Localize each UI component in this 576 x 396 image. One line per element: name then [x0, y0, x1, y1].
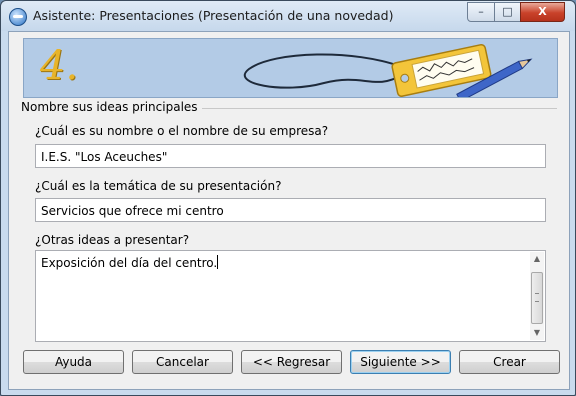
- company-input[interactable]: I.E.S. "Los Aceuches": [35, 144, 546, 168]
- app-icon[interactable]: [9, 8, 27, 26]
- help-button[interactable]: Ayuda: [23, 350, 124, 374]
- scroll-down-icon[interactable]: ▼: [530, 326, 544, 340]
- next-button[interactable]: Siguiente >>: [350, 350, 451, 374]
- back-button[interactable]: << Regresar: [241, 350, 342, 374]
- title-bar[interactable]: Asistente: Presentaciones (Presentación …: [1, 1, 575, 31]
- maximize-button[interactable]: □: [494, 2, 521, 22]
- ideas-label: ¿Otras ideas a presentar?: [35, 233, 190, 247]
- ideas-scrollbar[interactable]: ▲ ▼: [530, 252, 544, 340]
- cancel-button[interactable]: Cancelar: [132, 350, 233, 374]
- scroll-thumb[interactable]: [531, 272, 543, 324]
- minimize-button[interactable]: –: [467, 2, 495, 22]
- scroll-up-icon[interactable]: ▲: [530, 252, 544, 266]
- section-legend: Nombre sus ideas principales: [21, 100, 202, 114]
- company-label: ¿Cuál es su nombre o el nombre de su emp…: [35, 124, 329, 138]
- topic-input[interactable]: Servicios que ofrece mi centro: [35, 198, 546, 222]
- create-button[interactable]: Crear: [459, 350, 560, 374]
- ideas-text: Exposición del día del centro.: [41, 255, 219, 270]
- ideas-textarea[interactable]: Exposición del día del centro. ▲ ▼: [35, 250, 546, 342]
- close-button[interactable]: X: [520, 2, 565, 22]
- step-banner: 4.: [23, 38, 558, 98]
- window-title: Asistente: Presentaciones (Presentación …: [33, 8, 394, 23]
- luggage-tag-icon: [243, 43, 533, 97]
- wizard-body: 4. Nombre sus ideas principales ¿Cuál es…: [8, 31, 570, 390]
- topic-label: ¿Cuál es la temática de su presentación?: [35, 179, 282, 193]
- wizard-window: Asistente: Presentaciones (Presentación …: [0, 0, 576, 396]
